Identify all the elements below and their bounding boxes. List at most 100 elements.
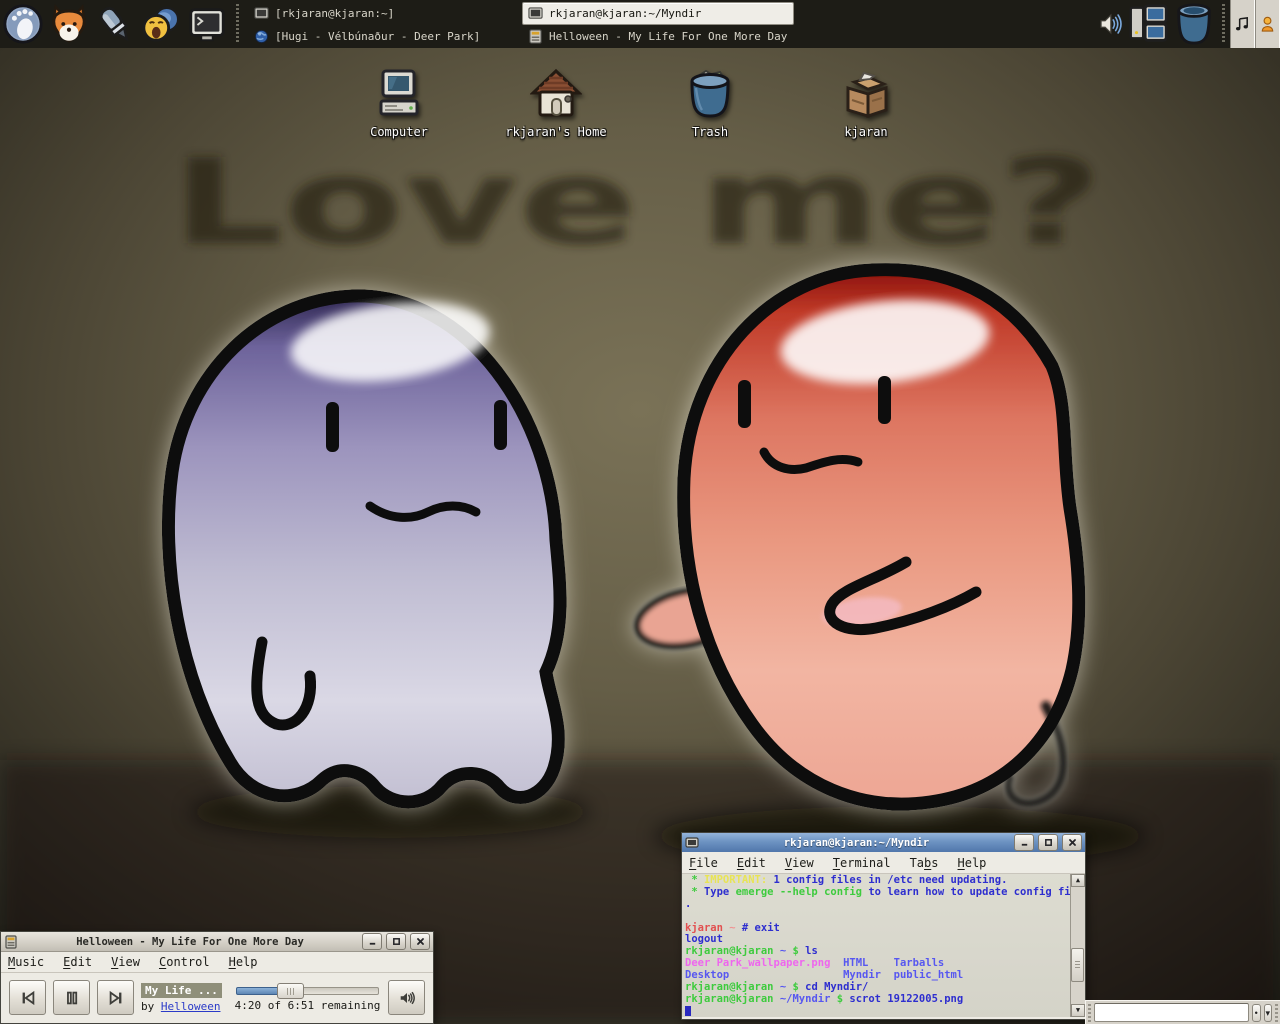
desktop-icon-rkjaran-s-home[interactable]: rkjaran's Home: [491, 68, 621, 139]
terminal-cursor: [685, 1006, 691, 1016]
menu-item-help[interactable]: Help: [229, 955, 258, 969]
terminal-line: rkjaran@kjaran ~/Myndir $ scrot 19122005…: [685, 994, 1070, 1006]
scrollbar-thumb[interactable]: [1071, 948, 1084, 982]
progress-area: 4:20 of 6:51 remaining: [234, 984, 381, 1012]
terminal-scrollbar[interactable]: ▲ ▼: [1070, 874, 1085, 1017]
terminal-small-icon: [528, 6, 543, 21]
pause-button[interactable]: [53, 980, 90, 1015]
desktop-icon-trash[interactable]: Trash: [645, 68, 775, 139]
terminal-line: .: [685, 899, 1070, 911]
terminal-body: * IMPORTANT: 1 config files in /etc need…: [682, 874, 1085, 1017]
seek-slider[interactable]: [236, 987, 379, 995]
menu-item-control[interactable]: Control: [159, 955, 210, 969]
panel-handle-left[interactable]: [233, 4, 241, 44]
firefox-launcher[interactable]: [46, 1, 92, 47]
next-button[interactable]: [97, 980, 134, 1015]
desktop-icon-label: kjaran: [801, 125, 931, 139]
terminal-launcher[interactable]: [184, 1, 230, 47]
song-title: My Life ...: [141, 983, 222, 998]
menu-item-tabs[interactable]: Tabs: [910, 856, 939, 870]
applet-handle-right[interactable]: [1275, 1004, 1278, 1022]
menu-item-view[interactable]: View: [785, 856, 814, 870]
command-browser-button[interactable]: •: [1252, 1004, 1260, 1022]
panel-launchers: [0, 1, 230, 47]
previous-button[interactable]: [9, 980, 46, 1015]
menu-item-edit[interactable]: Edit: [737, 856, 766, 870]
terminal-titlebar[interactable]: rkjaran@kjaran:~/Myndir: [682, 833, 1085, 852]
task-button[interactable]: [rkjaran@kjaran:~]: [248, 2, 520, 25]
menu-item-music[interactable]: Music: [8, 955, 44, 969]
player-titlebar[interactable]: Helloween - My Life For One More Day: [1, 932, 433, 952]
command-line-applet: • ▾: [1085, 1000, 1280, 1024]
terminal-line: [685, 1006, 1070, 1017]
by-label: by: [141, 1000, 154, 1013]
menu-item-help[interactable]: Help: [958, 856, 987, 870]
close-button[interactable]: [1062, 834, 1082, 851]
task-label: rkjaran@kjaran:~/Myndir: [549, 7, 701, 20]
scroll-up-button[interactable]: ▲: [1071, 874, 1085, 887]
trash-full-icon: [645, 68, 775, 124]
menu-item-edit[interactable]: Edit: [63, 955, 92, 969]
wallpaper: Love me?: [0, 0, 1280, 1024]
task-button[interactable]: rkjaran@kjaran:~/Myndir: [522, 2, 794, 25]
player-menubar: Music Edit View Control Help: [1, 952, 433, 973]
command-entry[interactable]: [1094, 1003, 1249, 1022]
home-folder-icon: [491, 68, 621, 124]
computers-icon[interactable]: [1125, 1, 1171, 47]
purple-ghost-left-eye: [326, 402, 339, 452]
buddy-tray-icon[interactable]: [1255, 0, 1280, 48]
main-menu-launcher[interactable]: [0, 1, 46, 47]
task-button[interactable]: [Hugi - Vélbúnaður - Deer Park]: [248, 25, 520, 48]
editor-launcher[interactable]: [92, 1, 138, 47]
terminal-window-title: rkjaran@kjaran:~/Myndir: [703, 837, 1010, 849]
menu-item-terminal[interactable]: Terminal: [833, 856, 891, 870]
command-history-button[interactable]: ▾: [1264, 1004, 1272, 1022]
desktop-icon-label: Computer: [334, 125, 464, 139]
window-tasklist: [rkjaran@kjaran:~] rkjaran@kjaran:~/Myndi…: [248, 2, 794, 47]
scrollbar-track[interactable]: [1071, 887, 1085, 1004]
desktop-icon-kjaran[interactable]: kjaran: [801, 68, 931, 139]
time-remaining-label: 4:20 of 6:51 remaining: [234, 999, 381, 1012]
task-button[interactable]: Helloween - My Life For One More Day: [522, 25, 794, 48]
maximize-button[interactable]: [386, 933, 406, 950]
menu-item-view[interactable]: View: [111, 955, 140, 969]
desktop-icon-computer[interactable]: Computer: [334, 68, 464, 139]
terminal-output[interactable]: * IMPORTANT: 1 config files in /etc need…: [682, 874, 1070, 1017]
task-label: [Hugi - Vélbúnaður - Deer Park]: [275, 30, 480, 43]
minimize-button[interactable]: [362, 933, 382, 950]
trash-applet-icon[interactable]: [1173, 1, 1215, 47]
maximize-button[interactable]: [1038, 834, 1058, 851]
artist-link[interactable]: Helloween: [161, 1000, 221, 1013]
artist-line: by Helloween: [141, 1000, 227, 1013]
terminal-small-icon: [254, 6, 269, 21]
volume-icon[interactable]: [1097, 11, 1123, 37]
menu-item-file[interactable]: File: [689, 856, 718, 870]
terminal-line: * Type emerge --help config to learn how…: [685, 887, 1070, 899]
top-panel: [rkjaran@kjaran:~] rkjaran@kjaran:~/Myndi…: [0, 0, 1280, 48]
minimize-button[interactable]: [1014, 834, 1034, 851]
volume-button[interactable]: [388, 980, 425, 1015]
close-button[interactable]: [410, 933, 430, 950]
player-small-icon: [528, 29, 543, 44]
terminal-menubar: File Edit View Terminal Tabs Help: [682, 852, 1085, 874]
music-tray-icon[interactable]: [1230, 0, 1255, 48]
globe-small-icon: [254, 29, 269, 44]
music-player-window: Helloween - My Life For One More Day Mus…: [0, 931, 434, 1024]
scroll-down-button[interactable]: ▼: [1071, 1004, 1085, 1017]
player-window-icon: [4, 935, 18, 949]
panel-handle-right[interactable]: [1219, 4, 1227, 44]
messenger-launcher[interactable]: [138, 1, 184, 47]
notification-tray: [1230, 0, 1280, 48]
purple-ghost: [168, 292, 560, 802]
terminal-line: kjaran ~ # exit: [685, 923, 1070, 935]
terminal-window-icon: [685, 836, 699, 850]
applet-handle-left[interactable]: [1088, 1004, 1091, 1022]
task-label: Helloween - My Life For One More Day: [549, 30, 787, 43]
desktop-icon-label: Trash: [645, 125, 775, 139]
task-label: [rkjaran@kjaran:~]: [275, 7, 394, 20]
wallpaper-caption: Love me?: [172, 133, 1102, 271]
seek-thumb[interactable]: [277, 983, 304, 999]
computer-desktop-icon: [334, 68, 464, 124]
player-window-title: Helloween - My Life For One More Day: [22, 936, 358, 948]
terminal-window: rkjaran@kjaran:~/Myndir File Edit View Term…: [681, 832, 1086, 1020]
